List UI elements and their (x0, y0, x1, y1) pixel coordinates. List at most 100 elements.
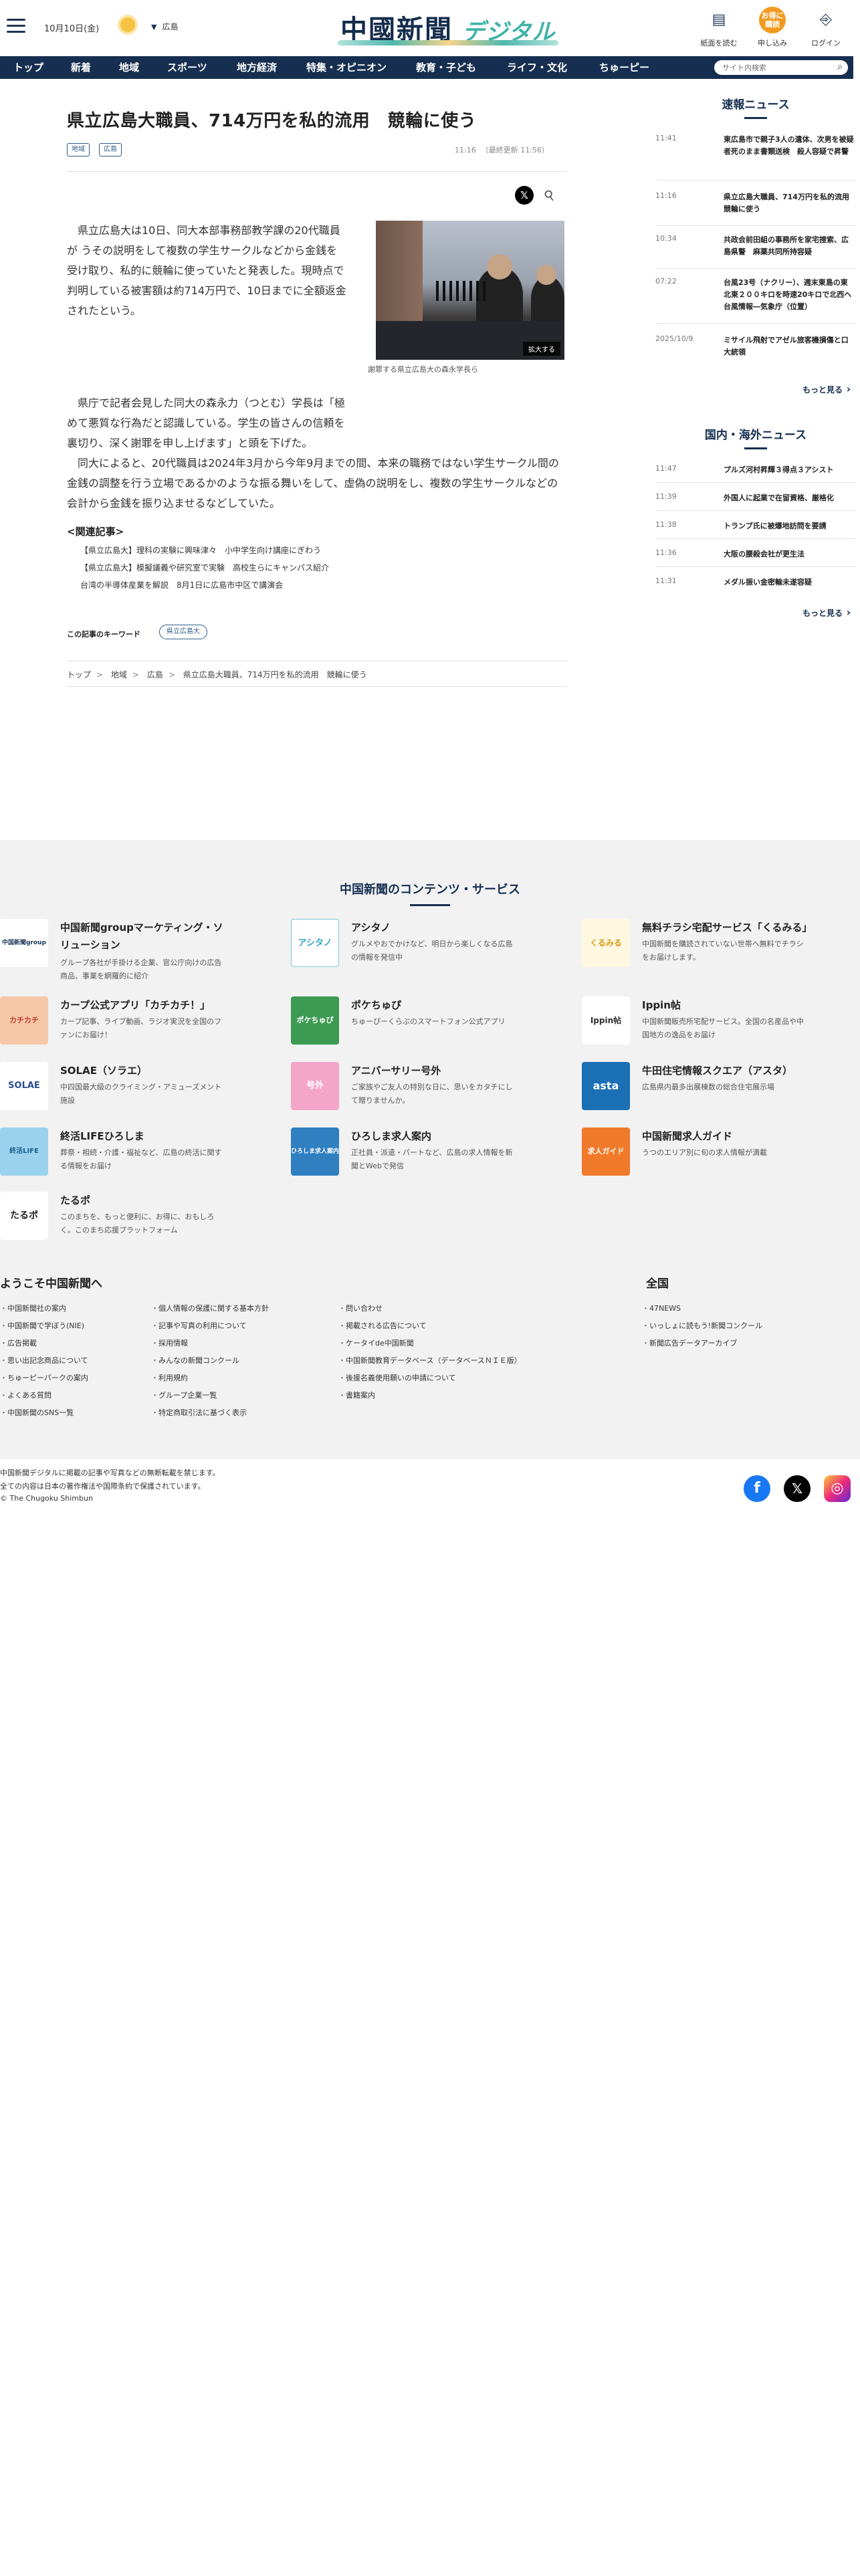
service-name: 終活LIFEひろしま (60, 1130, 144, 1142)
breadcrumb-region[interactable]: 地域 (111, 670, 127, 679)
breaking-news-item[interactable]: 11:41 東広島市で親子3人の遺体、次男を被疑者死のまま書類送検 殺人容疑で昇警 (655, 134, 856, 181)
service-card[interactable]: 号外 アニバーサリー号外 ご家族やご友人の特別な日に、思いをカタチにして贈りませ… (291, 1062, 518, 1115)
breadcrumb-hiroshima[interactable]: 広島 (147, 670, 163, 679)
facebook-icon[interactable]: f (744, 1475, 770, 1502)
footer-link[interactable]: 47NEWS (642, 1303, 681, 1313)
nav-top[interactable]: トップ (13, 56, 43, 79)
login-button[interactable]: ⎆ ログイン (802, 7, 849, 48)
service-card[interactable]: asta 牛田住宅情報スクエア（アスタ） 広島県内最多出展棟数の総合住宅展示場 (582, 1062, 809, 1115)
service-card[interactable]: くるみる 無料チラシ宅配サービス「くるみる」 中国新聞を購読されていない世帯へ無… (582, 919, 812, 972)
world-news-item[interactable]: 11:38 トランプ氏に被爆地訪問を要請 (655, 520, 856, 539)
nav-new[interactable]: 新着 (71, 56, 91, 79)
service-desc: 広島県内最多出展棟数の総合住宅展示場 (642, 1083, 774, 1091)
search-input[interactable] (714, 60, 821, 76)
service-card[interactable]: Ippin帖 Ippin帖 中国新聞販売所宅配サービス。全国の名産品や中国地方の… (582, 996, 809, 1050)
footer-link[interactable]: よくある質問 (0, 1390, 51, 1400)
world-news-item[interactable]: 11:39 外国人に起業で在留資格、厳格化 (655, 492, 856, 511)
footer-link[interactable]: みんなの新聞コンクール (151, 1355, 239, 1366)
service-card[interactable]: たるポ たるポ このまちを、もっと便利に、お得に、おもしろく。このまち応援プラッ… (0, 1192, 227, 1245)
footer-link[interactable]: 中国新聞のSNS一覧 (0, 1407, 74, 1418)
footer-link[interactable]: 採用情報 (151, 1337, 188, 1348)
breaking-news-item[interactable]: 11:16 県立広島大職員、714万円を私的流用 競輪に使う (655, 191, 857, 226)
nav-economy[interactable]: 地方経済 (237, 56, 277, 79)
breaking-more-link[interactable]: もっと見る (802, 383, 851, 395)
nav-sports[interactable]: スポーツ (167, 56, 207, 79)
tag-hiroshima[interactable]: 広島 (99, 143, 122, 156)
services-title: 中国新聞のコンテンツ・サービス (0, 880, 860, 906)
service-desc: グループ各社が手掛ける企業、官公庁向けの広告商品、事業を網羅的に紹介 (60, 958, 222, 980)
copy-link-icon[interactable]: ⚲ (540, 186, 558, 205)
breadcrumb-divider-bottom (67, 686, 567, 687)
nav-chupy[interactable]: ちゅーピー (599, 56, 649, 79)
footer-link[interactable]: 思い出記念商品について (0, 1355, 88, 1366)
news-headline: 共政会前田組の事務所を家宅捜索、広島県警 麻薬共同所持容疑 (724, 235, 849, 256)
service-name: ひろしま求人案内 (351, 1130, 432, 1142)
read-paper-button[interactable]: ▤ 紙面を読む (695, 7, 742, 48)
footer-link[interactable]: 個人情報の保護に関する基本方針 (151, 1303, 269, 1313)
news-time: 11:36 (655, 548, 677, 557)
service-card[interactable]: アシタノ アシタノ グルメやおでかけなど、明日から楽しくなる広島の情報を発信中 (291, 919, 518, 972)
service-card[interactable]: ひろしま求人案内 ひろしま求人案内 正社員・派遣・パートなど、広島の求人情報を新… (291, 1128, 518, 1181)
footer-link[interactable]: 特定商取引法に基づく表示 (151, 1407, 247, 1418)
apply-button[interactable]: お得に購読 申し込み (749, 7, 796, 48)
footer-link[interactable]: 記事や写真の利用について (151, 1320, 247, 1331)
footer-link[interactable]: いっしょに読もう!新聞コンクール (642, 1320, 762, 1331)
footer-link[interactable]: 中国新聞教育データベース（データベースＮＩＥ版） (338, 1355, 522, 1366)
title-underline (744, 447, 767, 449)
footer-link[interactable]: ちゅーピーパークの案内 (0, 1372, 88, 1383)
photo-microphones (436, 281, 490, 301)
footer-link[interactable]: 広告掲載 (0, 1337, 37, 1348)
breaking-news-item[interactable]: 10:34 共政会前田組の事務所を家宅捜索、広島県警 麻薬共同所持容疑 (655, 234, 856, 269)
article-paragraph-1: 県立広島大は10日、同大本部事務部教学課の20代職員が うその説明をして複数の学… (67, 224, 346, 317)
footer-link[interactable]: グループ企業一覧 (151, 1390, 217, 1400)
footer-link[interactable]: 利用規約 (151, 1372, 188, 1383)
prefecture-selector[interactable]: 広島 (151, 21, 178, 32)
footer-link[interactable]: 書籍案内 (338, 1390, 375, 1400)
service-card[interactable]: ポケちゅぴ ポケちゅぴ ちゅーぴーくらぶのスマートフォン公式アプリ (291, 996, 518, 1050)
related-article-link[interactable]: 【県立広島大】模擬議義や研究室で実験 高校生らにキャンパス紹介 (80, 562, 329, 573)
related-article-link[interactable]: 台湾の半導体産業を解説 8月1日に広島市中区で講演会 (80, 579, 283, 591)
footer-link[interactable]: 後援名義使用願いの申請について (338, 1372, 456, 1383)
read-paper-label: 紙面を読む (700, 39, 738, 47)
keyword-chip[interactable]: 県立広島大 (159, 625, 207, 639)
share-x-icon[interactable]: 𝕏 (515, 186, 534, 205)
footer-link[interactable]: 問い合わせ (338, 1303, 383, 1313)
service-card[interactable]: カチカチ カープ公式アプリ「カチカチ！」 カープ記事、ライブ動画、ラジオ実況を全… (0, 996, 227, 1050)
site-logo[interactable]: 中國新聞 デジタル (338, 7, 558, 45)
service-logo: くるみる (582, 919, 630, 967)
nav-opinion[interactable]: 特集・オピニオン (306, 56, 387, 79)
world-news-item[interactable]: 11:47 プルズ河村昇輝３得点３アシスト (655, 464, 856, 483)
breaking-news-item[interactable]: 2025/10/9 ミサイル飛射でアゼル旅客機損傷と口大統領 (655, 334, 856, 366)
breaking-news-item[interactable]: 07:22 台風23号（ナクリー）、週末東島の東北東２００キロを時速20キロで北西… (655, 277, 859, 324)
x-icon[interactable]: 𝕏 (784, 1475, 811, 1502)
nav-region[interactable]: 地域 (119, 56, 139, 79)
service-card[interactable]: 中国新聞group 中国新聞groupマーケティング・ソリューション グループ各… (0, 919, 227, 980)
title-divider (67, 171, 567, 172)
instagram-icon[interactable]: ◎ (824, 1475, 851, 1502)
world-news-item[interactable]: 11:31 メダル振い金密輸未遂容疑 (655, 576, 856, 595)
breadcrumb-top[interactable]: トップ (67, 670, 91, 679)
apply-icon: お得に購読 (759, 7, 786, 33)
tag-region[interactable]: 地域 (67, 143, 90, 156)
nav-education[interactable]: 教育・子ども (416, 56, 476, 79)
article-photo[interactable]: 拡大する (376, 221, 564, 360)
service-desc: ちゅーぴーくらぶのスマートフォン公式アプリ (351, 1017, 506, 1026)
menu-icon[interactable] (7, 19, 25, 33)
service-card[interactable]: SOLAE SOLAE（ソラエ） 中四国最大級のクライミング・アミューズメント施… (0, 1062, 227, 1115)
site-search: ⌕ (714, 60, 848, 76)
service-desc: 中国新聞販売所宅配サービス。全国の名産品や中国地方の逸品をお届け (642, 1017, 804, 1039)
enlarge-button[interactable]: 拡大する (523, 342, 560, 356)
footer-link[interactable]: 新聞広告データアーカイブ (642, 1337, 737, 1348)
footer-link[interactable]: 中国新聞社の案内 (0, 1303, 66, 1313)
service-card[interactable]: 求人ガイド 中国新聞求人ガイド うつのエリア別に旬の求人情報が満載 (582, 1128, 809, 1181)
search-icon[interactable]: ⌕ (837, 62, 843, 72)
service-card[interactable]: 終活LIFE 終活LIFEひろしま 葬祭・相続・介護・福祉など、広島の終活に関す… (0, 1128, 227, 1181)
nav-life[interactable]: ライフ・文化 (507, 56, 567, 79)
world-more-link[interactable]: もっと見る (802, 606, 851, 619)
footer-link[interactable]: 中国新聞で学ぼう(NIE) (0, 1320, 84, 1331)
footer-link[interactable]: ケータイde中国新聞 (338, 1337, 414, 1348)
service-name: 中国新聞求人ガイド (642, 1130, 733, 1142)
footer-link[interactable]: 掲載される広告について (338, 1320, 427, 1331)
world-news-item[interactable]: 11:36 大阪の腰殺会社が更生法 (655, 548, 856, 567)
related-article-link[interactable]: 【県立広島大】理科の実験に興味津々 小中学生向け講座にぎわう (80, 544, 321, 556)
